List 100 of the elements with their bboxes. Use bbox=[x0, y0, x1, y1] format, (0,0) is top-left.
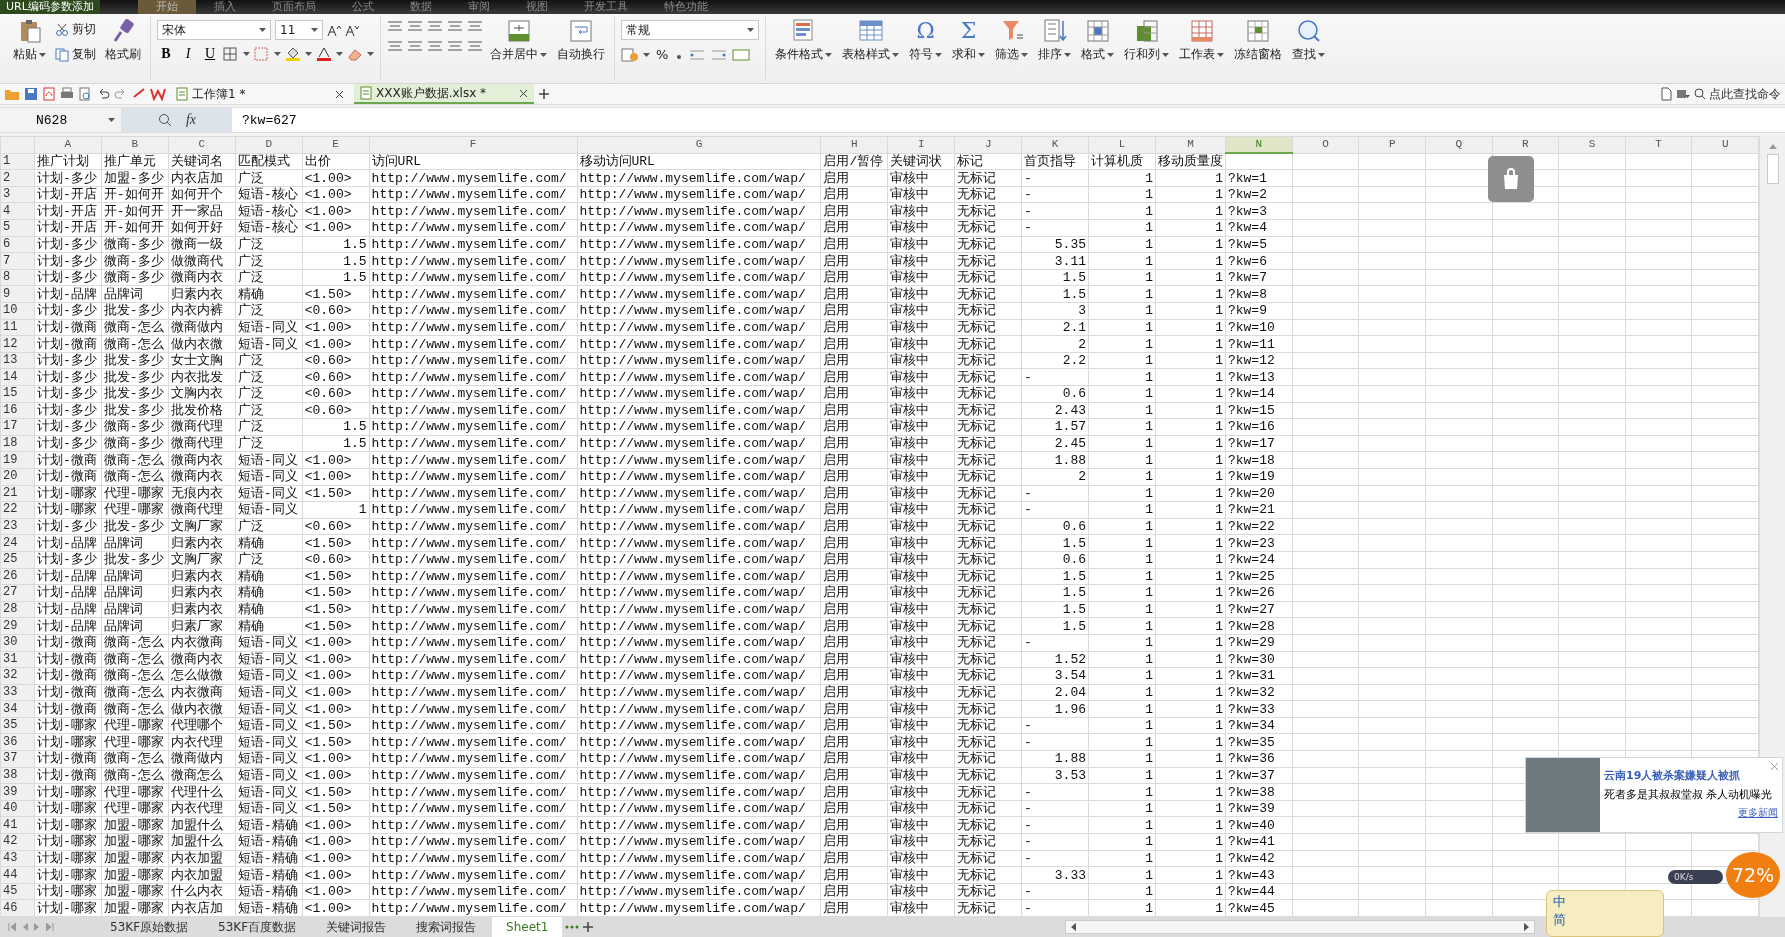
column-header[interactable]: S bbox=[1558, 136, 1626, 154]
number-style-icon[interactable] bbox=[732, 47, 751, 62]
text-style-button[interactable]: I bbox=[179, 46, 197, 62]
formula-field[interactable]: ?kw=627 bbox=[232, 108, 1785, 133]
ribbon-button[interactable]: 冻结窗格 bbox=[1231, 16, 1285, 65]
distribute-icon[interactable] bbox=[467, 40, 483, 54]
column-header[interactable]: N bbox=[1225, 136, 1293, 154]
merge-center-button[interactable]: 合并居中 bbox=[487, 16, 550, 65]
ribbon-button[interactable]: 行和列 bbox=[1121, 16, 1172, 65]
pdf-icon[interactable] bbox=[42, 87, 56, 102]
first-sheet-icon[interactable] bbox=[8, 922, 16, 932]
shrink-font-icon[interactable] bbox=[345, 23, 359, 37]
menu-tab[interactable]: 开始 bbox=[137, 0, 196, 14]
wps-logo-icon[interactable] bbox=[150, 87, 166, 102]
news-headline[interactable]: 云南19人被杀案嫌疑人被抓 bbox=[1604, 768, 1778, 783]
close-icon[interactable] bbox=[335, 89, 344, 99]
horizontal-scrollbar[interactable] bbox=[1065, 920, 1535, 934]
ribbon-button[interactable]: 格式 bbox=[1078, 16, 1117, 65]
font-color-icon[interactable] bbox=[316, 47, 332, 61]
scroll-thumb[interactable] bbox=[1766, 154, 1779, 185]
column-header[interactable]: E bbox=[302, 136, 370, 154]
menu-tab[interactable]: 特色功能 bbox=[645, 0, 726, 14]
add-sheet-icon[interactable] bbox=[582, 921, 595, 933]
name-box[interactable]: N628 bbox=[0, 108, 122, 133]
ribbon-button[interactable]: 排序 bbox=[1035, 16, 1074, 65]
menu-tab[interactable]: 公式 bbox=[333, 0, 392, 14]
sheet-tab[interactable]: 53KF原始数据 bbox=[96, 917, 203, 937]
cell-style-icon[interactable] bbox=[254, 47, 270, 61]
menu-tab[interactable]: 页面布局 bbox=[253, 0, 334, 14]
indent-icon[interactable] bbox=[467, 20, 483, 34]
column-header[interactable]: U bbox=[1691, 136, 1759, 154]
column-header[interactable]: Q bbox=[1425, 136, 1493, 154]
close-icon[interactable] bbox=[519, 88, 528, 98]
justify-icon[interactable] bbox=[447, 40, 463, 54]
document-tab[interactable]: 工作簿1 * bbox=[170, 84, 350, 105]
sheet-tab[interactable]: Sheet1 bbox=[492, 917, 563, 937]
column-header[interactable]: K bbox=[1021, 136, 1089, 154]
more-news-link[interactable]: 更多新闻 bbox=[1738, 806, 1778, 820]
floating-tool-icon[interactable] bbox=[1488, 156, 1534, 203]
ribbon-button[interactable]: 工作表 bbox=[1176, 16, 1227, 65]
text-style-button[interactable]: U bbox=[201, 46, 219, 62]
decrease-decimal-icon[interactable] bbox=[710, 47, 729, 62]
ribbon-button[interactable]: 条件格式 bbox=[772, 16, 835, 65]
previous-sheet-icon[interactable] bbox=[22, 922, 28, 932]
copy-button[interactable]: 复制 bbox=[53, 45, 98, 64]
sheet-tab[interactable]: 53KF百度数据 bbox=[204, 917, 311, 937]
document-tab[interactable]: XXX账户数据.xlsx * bbox=[354, 84, 534, 105]
folder-icon[interactable] bbox=[4, 87, 20, 102]
sheet-tab[interactable]: 关键词报告 bbox=[312, 917, 401, 937]
ribbon-button[interactable]: Ω 符号 bbox=[906, 16, 945, 65]
language-indicator[interactable]: 中 bbox=[1553, 893, 1657, 911]
fill-color-icon[interactable] bbox=[285, 47, 301, 61]
borders-icon[interactable] bbox=[223, 47, 239, 61]
column-header[interactable]: B bbox=[101, 136, 169, 154]
outdent-icon[interactable] bbox=[447, 20, 463, 34]
align-bottom-icon[interactable] bbox=[427, 20, 443, 34]
menu-tab[interactable]: 开发工具 bbox=[565, 0, 646, 14]
last-sheet-icon[interactable] bbox=[46, 922, 54, 932]
preview-icon[interactable] bbox=[78, 87, 92, 102]
column-header[interactable]: O bbox=[1292, 136, 1359, 154]
align-left-icon[interactable] bbox=[387, 40, 403, 54]
wrap-text-button[interactable]: 自动换行 bbox=[554, 16, 608, 65]
column-header[interactable]: C bbox=[168, 136, 236, 154]
column-header[interactable]: T bbox=[1625, 136, 1692, 154]
font-size-dropdown[interactable]: 11 bbox=[275, 20, 323, 40]
column-header[interactable]: R bbox=[1492, 136, 1559, 154]
align-center-icon[interactable] bbox=[407, 40, 423, 54]
ribbon-button[interactable]: 筛选 bbox=[992, 16, 1031, 65]
new-tab-icon[interactable] bbox=[538, 88, 550, 101]
number-format-dropdown[interactable]: 常规 bbox=[621, 20, 759, 40]
column-header[interactable]: H bbox=[820, 136, 888, 154]
paste-button[interactable]: 粘贴 bbox=[10, 16, 49, 65]
zoom-icon[interactable] bbox=[157, 113, 172, 128]
column-header[interactable]: M bbox=[1155, 136, 1226, 154]
menu-tab[interactable]: 数据 bbox=[391, 0, 450, 14]
align-right-icon[interactable] bbox=[427, 40, 443, 54]
document-icon[interactable] bbox=[1660, 87, 1672, 102]
cut-button[interactable]: 剪切 bbox=[53, 20, 98, 39]
sheet-tab[interactable]: 搜索词报告 bbox=[402, 917, 491, 937]
currency-icon[interactable] bbox=[621, 47, 639, 62]
column-header[interactable]: I bbox=[887, 136, 955, 154]
next-sheet-icon[interactable] bbox=[34, 922, 40, 932]
menu-tab[interactable]: 插入 bbox=[195, 0, 254, 14]
more-icon[interactable] bbox=[564, 924, 581, 930]
save-icon[interactable] bbox=[24, 87, 38, 102]
eraser-icon[interactable] bbox=[347, 47, 363, 61]
column-header[interactable]: P bbox=[1358, 136, 1426, 154]
ribbon-button[interactable]: 表格样式 bbox=[839, 16, 902, 65]
column-header[interactable]: G bbox=[577, 136, 821, 154]
column-header[interactable]: A bbox=[34, 136, 102, 154]
percent-button[interactable]: % bbox=[654, 46, 671, 63]
ribbon-button[interactable]: Σ 求和 bbox=[949, 16, 988, 65]
column-header[interactable]: F bbox=[369, 136, 577, 154]
script-indicator[interactable]: 简 bbox=[1553, 911, 1657, 929]
menu-tab[interactable]: 审阅 bbox=[449, 0, 508, 14]
font-name-dropdown[interactable]: 宋体 bbox=[157, 20, 271, 40]
menu-tab[interactable]: 视图 bbox=[507, 0, 566, 14]
column-header[interactable]: D bbox=[235, 136, 303, 154]
command-search[interactable]: 点此查找命令 bbox=[1694, 85, 1781, 103]
text-style-button[interactable]: B bbox=[157, 46, 175, 62]
